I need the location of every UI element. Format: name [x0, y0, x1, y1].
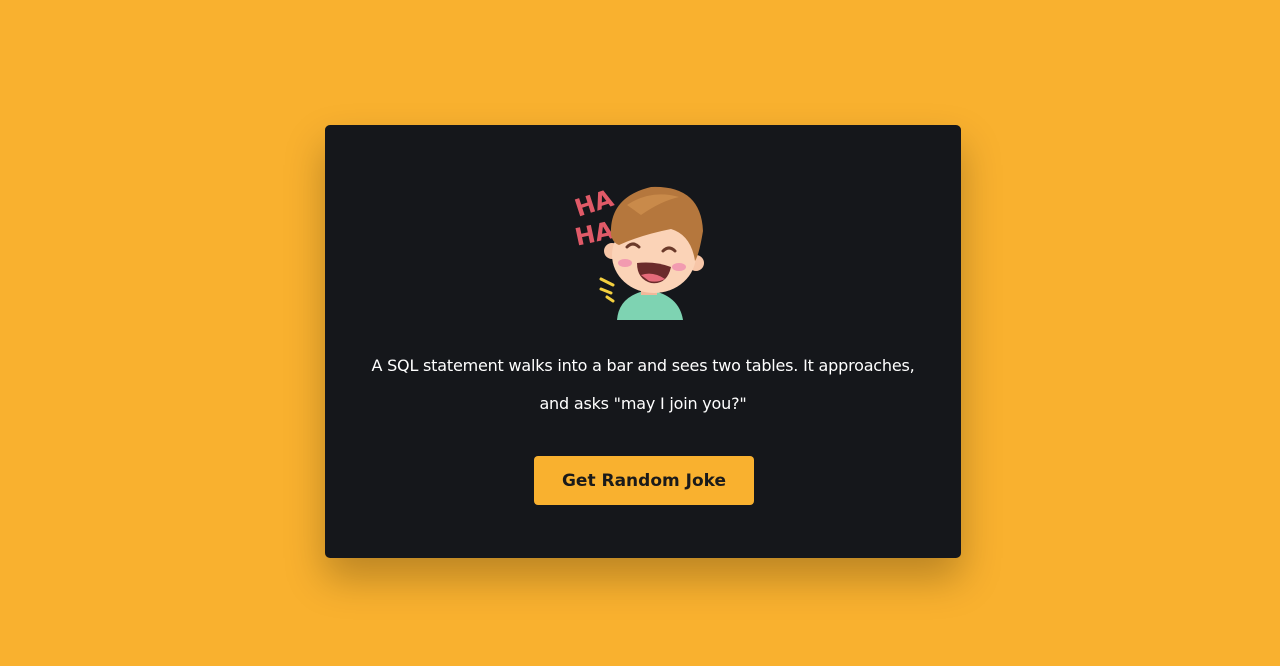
joke-line-2: and asks "may I join you?" — [539, 394, 747, 413]
laughing-boy-icon-svg: HA HA — [571, 184, 704, 320]
joke-text: A SQL statement walks into a bar and see… — [355, 347, 931, 423]
joke-card: HA HA A SQL statement walks into a bar a… — [325, 125, 961, 558]
get-random-joke-button[interactable]: Get Random Joke — [534, 456, 754, 505]
laughing-boy-icon: HA HA — [571, 175, 716, 320]
joke-line-1: A SQL statement walks into a bar and see… — [371, 356, 915, 375]
